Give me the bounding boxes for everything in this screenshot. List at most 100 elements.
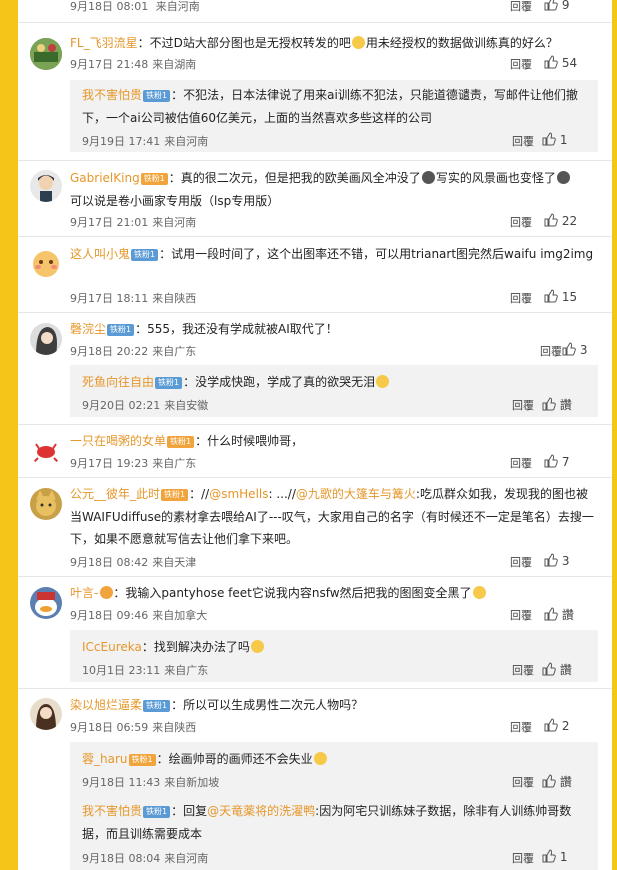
comment-body: 真的很二次元，但是把我的欧美画风全冲没了 xyxy=(180,171,421,185)
like-button[interactable]: 讚 xyxy=(542,773,596,790)
avatar[interactable] xyxy=(30,434,62,466)
username[interactable]: 一只在喝粥的女单 xyxy=(70,434,166,448)
reply-item: ICcEureka：找到解决办法了吗 10月1日 23:11 来自广东 回覆 讚 xyxy=(70,630,598,682)
username[interactable]: 这人叫小鬼 xyxy=(70,247,130,261)
comment-location: 来自广东 xyxy=(152,457,197,470)
reply-button[interactable]: 回覆 xyxy=(510,455,532,471)
like-count: 7 xyxy=(561,455,570,469)
like-button[interactable]: 1 xyxy=(542,849,596,864)
reply-button[interactable]: 回覆 xyxy=(512,850,534,866)
reply-location: 来自河南 xyxy=(164,135,209,148)
like-button[interactable]: 3 xyxy=(562,342,598,357)
reply-button[interactable]: 回覆 xyxy=(510,554,532,570)
reply-date: 9月18日 08:04 xyxy=(82,852,161,865)
comment-text: 这人叫小鬼 铁粉1 ：试用一段时间了，这个出图率还不错，可以用trianart图完然… xyxy=(70,247,594,261)
reply-button[interactable]: 回覆 xyxy=(512,662,534,678)
username[interactable]: 公元__彼年_此时 xyxy=(70,487,160,501)
comment-meta: 9月17日 21:01 来自河南 xyxy=(70,214,196,230)
thumbs-up-icon xyxy=(544,718,558,732)
reply-button[interactable]: 回覆 xyxy=(510,607,532,623)
like-button[interactable]: 9 xyxy=(544,0,598,12)
comment-text: 一只在喝粥的女单 铁粉1 ：什么时候喂帅哥， xyxy=(70,434,304,448)
username[interactable]: 叶言- xyxy=(70,586,98,600)
reply-text: 死鱼向往自由 铁粉1 ：没学成快跑，学成了真的欲哭无泪 xyxy=(82,371,588,394)
avatar[interactable] xyxy=(30,247,62,279)
reply-button[interactable]: 回覆 xyxy=(510,56,532,72)
comment-meta: 9月18日 20:22 来自广东 xyxy=(70,343,196,359)
like-button[interactable]: 15 xyxy=(544,289,598,304)
reply-text: 我不害怕贵 铁粉1 ：不犯法，日本法律说了用来ai训练不犯法，只能道德谴责，写邮件让… xyxy=(82,88,578,125)
fan-badge: 铁粉1 xyxy=(161,489,189,501)
fan-badge: 铁粉1 xyxy=(155,377,183,389)
username[interactable]: ICcEureka xyxy=(82,640,142,654)
like-count: 22 xyxy=(561,214,578,228)
emoji-icon xyxy=(556,171,570,184)
username[interactable]: FL_飞羽流星 xyxy=(70,36,138,50)
thumbs-up-icon xyxy=(544,289,558,303)
divider xyxy=(18,576,612,577)
mention-link[interactable]: @smHells xyxy=(209,487,268,501)
divider xyxy=(18,22,612,23)
comment-date: 9月18日 06:59 xyxy=(70,721,149,734)
comment-body-prefix: // xyxy=(201,487,210,501)
comment-date: 9月18日 20:22 xyxy=(70,345,149,358)
like-button[interactable]: 22 xyxy=(544,213,598,228)
reply-button[interactable]: 回覆 xyxy=(510,0,532,14)
reply-button[interactable]: 回覆 xyxy=(512,133,534,149)
avatar[interactable] xyxy=(30,170,62,202)
comment-body: 不过D站大部分图也是无授权转发的吧 xyxy=(149,36,351,50)
username[interactable]: 蓉_haru xyxy=(82,752,128,766)
comment-body: 我输入pantyhose feet它说我内容nsfw然后把我的图图变全黑了 xyxy=(125,586,472,600)
emoji-icon xyxy=(376,375,390,388)
comment-date: 9月18日 08:01 xyxy=(70,0,149,13)
reply-location: 来自广东 xyxy=(164,664,209,677)
like-button[interactable]: 讚 xyxy=(544,606,598,623)
username[interactable]: 我不害怕贵 xyxy=(82,804,142,818)
avatar[interactable] xyxy=(30,698,62,730)
reply-button[interactable]: 回覆 xyxy=(510,719,532,735)
comment-location: 来自陕西 xyxy=(152,292,197,305)
reply-meta: 9月20日 02:21 来自安徽 xyxy=(82,397,208,413)
mention-link[interactable]: @天竜薬将的洗濯鸭 xyxy=(207,804,315,818)
username[interactable]: 染以旭烂逼柔 xyxy=(70,698,142,712)
like-button[interactable]: 1 xyxy=(542,132,596,147)
like-button[interactable]: 讚 xyxy=(542,396,596,413)
reply-item: 死鱼向往自由 铁粉1 ：没学成快跑，学成了真的欲哭无泪 9月20日 02:21 来自安… xyxy=(70,365,598,417)
comment-date: 9月17日 21:01 xyxy=(70,216,149,229)
comment-text: 公元__彼年_此时 铁粉1 ：//@smHells: ...//@九歌的大篷车与篝火… xyxy=(70,487,594,546)
fan-badge-icon xyxy=(100,586,114,599)
like-count: 15 xyxy=(561,290,578,304)
comment-location: 来自陕西 xyxy=(152,721,197,734)
avatar[interactable] xyxy=(30,587,62,619)
reply-button[interactable]: 回覆 xyxy=(510,214,532,230)
comment-text: FL_飞羽流星：不过D站大部分图也是无授权转发的吧 用未经授权的数据做训练真的好么… xyxy=(70,36,558,50)
comment-location: 来自加拿大 xyxy=(152,609,208,622)
reply-button[interactable]: 回覆 xyxy=(512,397,534,413)
comment-meta: 9月18日 09:46 来自加拿大 xyxy=(70,607,207,623)
avatar[interactable] xyxy=(30,323,62,355)
username[interactable]: GabrielKing xyxy=(70,171,140,185)
mention-link[interactable]: @九歌的大篷车与篝火 xyxy=(296,487,416,501)
reply-button[interactable]: 回覆 xyxy=(510,290,532,306)
like-button[interactable]: 2 xyxy=(544,718,598,733)
like-count: 讚 xyxy=(561,608,574,622)
reply-button[interactable]: 回覆 xyxy=(512,774,534,790)
like-count: 讚 xyxy=(559,775,572,789)
reply-button[interactable]: 回覆 xyxy=(540,343,562,359)
like-button[interactable]: 讚 xyxy=(542,661,596,678)
comment-location: 来自河南 xyxy=(152,216,197,229)
emoji-icon xyxy=(472,586,486,599)
thumbs-up-icon xyxy=(542,774,556,788)
like-button[interactable]: 3 xyxy=(544,553,598,568)
comment-body: 试用一段时间了，这个出图率还不错，可以用trianart图完然后waifu im… xyxy=(171,247,594,261)
avatar[interactable] xyxy=(30,488,62,520)
like-button[interactable]: 54 xyxy=(544,55,598,70)
avatar[interactable] xyxy=(30,38,62,70)
thumbs-up-icon xyxy=(544,0,558,11)
username[interactable]: 死鱼向往自由 xyxy=(82,375,154,389)
like-button[interactable]: 7 xyxy=(544,454,598,469)
username[interactable]: 我不害怕贵 xyxy=(82,88,142,102)
username[interactable]: 磬浣尘 xyxy=(70,322,106,336)
divider xyxy=(18,424,612,425)
comment-date: 9月17日 21:48 xyxy=(70,58,149,71)
